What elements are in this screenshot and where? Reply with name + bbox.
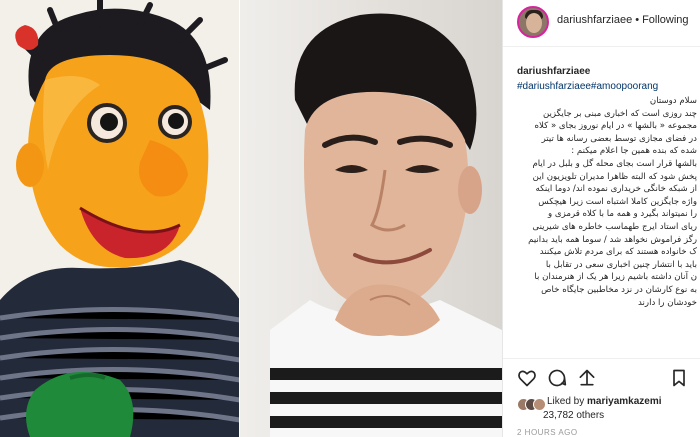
puppet-photo	[0, 0, 240, 437]
hashtags[interactable]: #dariushfarziaee#amoopoorang	[517, 81, 697, 92]
heart-icon[interactable]	[517, 368, 537, 388]
caption-line: از شبکه خانگی خریداری نموده اند/ دوما ای…	[535, 184, 698, 195]
puppet-illustration	[0, 0, 240, 437]
bookmark-icon[interactable]	[669, 368, 689, 388]
caption-line: ن آنان داشته باشیم زیرا هر یک از هنرمندا…	[534, 272, 697, 283]
screenshot: dariushfarziaee • Following dariushfarziae…	[0, 0, 700, 437]
liked-by: Liked by mariyamkazemi	[547, 396, 662, 407]
caption-line: مجموعه « بالشها » در ایام نوروز بجای « ک…	[534, 121, 697, 132]
caption-line: را نمیتواند بگیرد و همه ما با کلاه قرمزی…	[548, 209, 697, 220]
caption-line: چند روزی است که اخباری مبنی بر جایگزین	[542, 108, 697, 119]
instagram-post-panel: dariushfarziaee • Following dariushfarziae…	[502, 0, 700, 437]
caption-line: رگز فراموش نخواهد شد / سوما همه باید بدا…	[528, 234, 697, 245]
caption-line: خودشان را دارند	[638, 297, 697, 308]
caption-line: در فضای مجازی توسط بعضی رسانه ها تیتر	[541, 133, 697, 144]
caption-line: سلام دوستان	[649, 96, 697, 106]
post-time: 2 HOURS AGO	[517, 428, 578, 437]
post-header: dariushfarziaee • Following	[503, 0, 700, 47]
liked-by-user[interactable]: mariyamkazemi	[587, 396, 662, 407]
actor-photo	[240, 0, 502, 437]
caption-line: بالشها قرار است بجای محله گل و بلبل در ا…	[532, 158, 697, 169]
caption-line: شده که بنده همین جا اعلام میکنم :	[571, 146, 697, 157]
dot-separator: •	[635, 14, 640, 26]
caption-text: سلام دوستان چند روزی است که اخباری مبنی …	[517, 95, 697, 309]
action-bar	[503, 358, 700, 393]
caption-line: به نوع کارشان در نزد مخاطبین جایگاه خاص	[541, 284, 697, 295]
liked-by-prefix: Liked by	[547, 396, 588, 407]
caption-line: ک خانواده هستند که برای مردم تلاش میکنند	[539, 247, 697, 258]
username-text[interactable]: dariushfarziaee	[557, 14, 632, 26]
avatar[interactable]	[517, 6, 549, 38]
post-username[interactable]: dariushfarziaee • Following	[557, 14, 689, 26]
caption-line: واژه جایگزین کاملا اشتباه است زیرا هیچکس	[538, 196, 697, 207]
share-icon[interactable]	[577, 368, 597, 388]
caption-line: باید با انتشار چنین اخباری سعی در تقابل …	[545, 259, 697, 270]
caption-line: ریای استاد ایرج طهماسب خاطره های شیرینی	[532, 221, 697, 232]
caption-line: پخش شود که البته ظاهرا مدیران تلویزیون ا…	[532, 171, 697, 182]
post-caption: dariushfarziaee #dariushfarziaee#amoopoo…	[517, 66, 697, 309]
actor-illustration	[240, 0, 502, 437]
following-button[interactable]: Following	[642, 14, 688, 26]
likes-count[interactable]: 23,782 others	[543, 410, 604, 421]
comment-icon[interactable]	[547, 368, 567, 388]
caption-username[interactable]: dariushfarziaee	[517, 66, 697, 77]
